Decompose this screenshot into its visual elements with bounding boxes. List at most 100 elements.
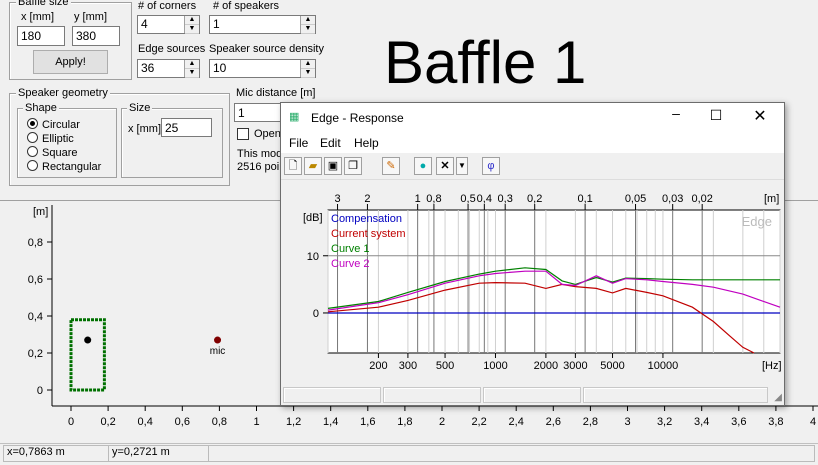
speaker-geometry-title: Speaker geometry bbox=[16, 87, 110, 99]
phi-icon[interactable]: φ bbox=[482, 157, 500, 175]
baffle-unit-label: [m] bbox=[33, 206, 48, 218]
source-density-spin-arrows[interactable]: ▲ ▼ bbox=[300, 60, 315, 78]
corners-spin-arrows[interactable]: ▲ ▼ bbox=[184, 16, 199, 34]
delete-icon[interactable]: ✕ bbox=[436, 157, 454, 175]
legend-entry-2: Curve 1 bbox=[331, 243, 370, 255]
open-icon[interactable]: ▰ bbox=[304, 157, 322, 175]
menu-help[interactable]: Help bbox=[354, 136, 379, 150]
edge-sources-spinner[interactable]: 36 ▲ ▼ bbox=[137, 59, 200, 78]
resize-grip-icon[interactable]: ◢ bbox=[774, 392, 782, 403]
window-title: Edge - Response bbox=[311, 111, 404, 125]
baffle-x-tick-label: 2,6 bbox=[546, 416, 561, 428]
chevron-down-icon[interactable]: ▼ bbox=[456, 157, 468, 175]
apply-button[interactable]: Apply! bbox=[33, 50, 108, 74]
response-window[interactable]: ▦ Edge - Response – ☐ ✕ File Edit Help 🗋… bbox=[280, 102, 785, 406]
x-tick-label: 5000 bbox=[600, 360, 624, 372]
shape-circular-label: Circular bbox=[42, 119, 80, 131]
baffle-x-tick-label: 2,4 bbox=[509, 416, 524, 428]
mic-marker bbox=[214, 336, 222, 344]
new-icon[interactable]: 🗋 bbox=[284, 157, 302, 175]
baffle-x-tick-label: 1,2 bbox=[286, 416, 301, 428]
baffle-x-tick-label: 1 bbox=[253, 416, 259, 428]
status-x-panel: x=0,7863 m bbox=[3, 445, 109, 462]
top-tick-label: 0,3 bbox=[498, 193, 513, 205]
baffle-y-tick-label: 0,8 bbox=[28, 237, 43, 249]
speakers-spin-arrows[interactable]: ▲ ▼ bbox=[300, 16, 315, 34]
top-tick-label: 3 bbox=[334, 193, 340, 205]
shape-circular-radio[interactable]: Circular bbox=[27, 118, 80, 131]
size-x-label: x [mm] bbox=[128, 123, 161, 135]
shape-rectangular-radio[interactable]: Rectangular bbox=[27, 160, 101, 173]
source-density-label: Speaker source density bbox=[209, 43, 324, 55]
menu-edit[interactable]: Edit bbox=[320, 136, 341, 150]
baffle-x-tick-label: 2,2 bbox=[471, 416, 486, 428]
response-titlebar[interactable]: ▦ Edge - Response – ☐ ✕ bbox=[281, 103, 784, 133]
source-density-spinner[interactable]: 10 ▲ ▼ bbox=[209, 59, 316, 78]
baffle-x-tick-label: 1,6 bbox=[360, 416, 375, 428]
shape-elliptic-radio[interactable]: Elliptic bbox=[27, 132, 74, 145]
baffle-x-tick-label: 0,6 bbox=[175, 416, 190, 428]
top-tick-label: 0,2 bbox=[527, 193, 542, 205]
legend-entry-0: Compensation bbox=[331, 213, 402, 225]
response-status-1 bbox=[283, 387, 381, 403]
response-menubar: File Edit Help bbox=[281, 133, 784, 153]
baffle-x-tick-label: 2,8 bbox=[583, 416, 598, 428]
top-tick-label: 0,03 bbox=[662, 193, 683, 205]
source-density-value: 10 bbox=[213, 61, 227, 75]
minimize-icon[interactable]: – bbox=[661, 105, 691, 121]
mic-distance-label: Mic distance [m] bbox=[236, 87, 316, 99]
status-y: y=0,2721 m bbox=[112, 446, 170, 458]
status-empty-panel bbox=[208, 445, 815, 462]
size-title: Size bbox=[127, 102, 153, 114]
radio-unchecked-icon bbox=[27, 160, 38, 171]
mic-label: mic bbox=[210, 346, 226, 357]
legend-entry-3: Curve 2 bbox=[331, 258, 370, 270]
x-tick-label: 3000 bbox=[563, 360, 587, 372]
x-mm-label: x [mm] bbox=[21, 11, 54, 23]
top-unit-label: [m] bbox=[764, 193, 779, 205]
y-axis-unit: [dB] bbox=[303, 212, 323, 224]
open-label: Open bbox=[254, 128, 281, 140]
model-info-line2: 2516 poi bbox=[237, 161, 280, 173]
baffle-x-tick-label: 0,4 bbox=[138, 416, 153, 428]
pen-icon[interactable]: ✎ bbox=[382, 157, 400, 175]
baffle-x-tick-label: 3,8 bbox=[768, 416, 783, 428]
edge-sources-spin-arrows[interactable]: ▲ ▼ bbox=[184, 60, 199, 78]
corners-value: 4 bbox=[141, 17, 148, 31]
speakers-spinner[interactable]: 1 ▲ ▼ bbox=[209, 15, 316, 34]
speaker-marker bbox=[84, 336, 92, 344]
color-icon[interactable]: ● bbox=[414, 157, 432, 175]
radio-unchecked-icon bbox=[27, 146, 38, 157]
baffle-size-title: Baffle size bbox=[16, 0, 71, 8]
copy-icon[interactable]: ❐ bbox=[344, 157, 362, 175]
baffle-y-input[interactable]: 380 bbox=[72, 26, 120, 46]
response-chart[interactable]: 3 2 1 0,8 0,5 0,4 0,3 0,2 0,1 0,05 0,03 0,02 [m] 200 3… bbox=[281, 180, 784, 380]
y-tick-label: 10 bbox=[307, 251, 319, 263]
top-tick-label: 1 bbox=[415, 193, 421, 205]
baffle-y-tick-label: 0 bbox=[37, 385, 43, 397]
size-x-input[interactable]: 25 bbox=[161, 118, 212, 137]
baffle-x-input[interactable]: 180 bbox=[17, 26, 65, 46]
top-tick-label: 0,05 bbox=[625, 193, 646, 205]
response-toolbar: 🗋 ▰ ▣ ❐ ✎ ● ✕ ▼ φ bbox=[281, 153, 784, 180]
menu-file[interactable]: File bbox=[289, 136, 308, 150]
speakers-label: # of speakers bbox=[213, 0, 280, 12]
close-icon[interactable]: ✕ bbox=[745, 106, 775, 126]
response-status-4 bbox=[583, 387, 768, 403]
maximize-icon[interactable]: ☐ bbox=[701, 107, 731, 124]
baffle-y-tick-label: 0,4 bbox=[28, 311, 43, 323]
baffle-y-tick-label: 0,2 bbox=[28, 348, 43, 360]
status-y-panel: y=0,2721 m bbox=[108, 445, 209, 462]
baffle-x-tick-label: 1,8 bbox=[397, 416, 412, 428]
edge-sources-value: 36 bbox=[141, 61, 155, 75]
corners-spinner[interactable]: 4 ▲ ▼ bbox=[137, 15, 200, 34]
shape-rectangular-label: Rectangular bbox=[42, 161, 102, 173]
edge-watermark: Edge bbox=[742, 214, 772, 229]
open-checkbox[interactable] bbox=[237, 128, 249, 140]
save-icon[interactable]: ▣ bbox=[324, 157, 342, 175]
legend-entry-1: Current system bbox=[331, 228, 406, 240]
shape-square-radio[interactable]: Square bbox=[27, 146, 77, 159]
top-tick-label: 2 bbox=[364, 193, 370, 205]
shape-elliptic-label: Elliptic bbox=[42, 133, 74, 145]
baffle-x-tick-label: 3,4 bbox=[694, 416, 709, 428]
